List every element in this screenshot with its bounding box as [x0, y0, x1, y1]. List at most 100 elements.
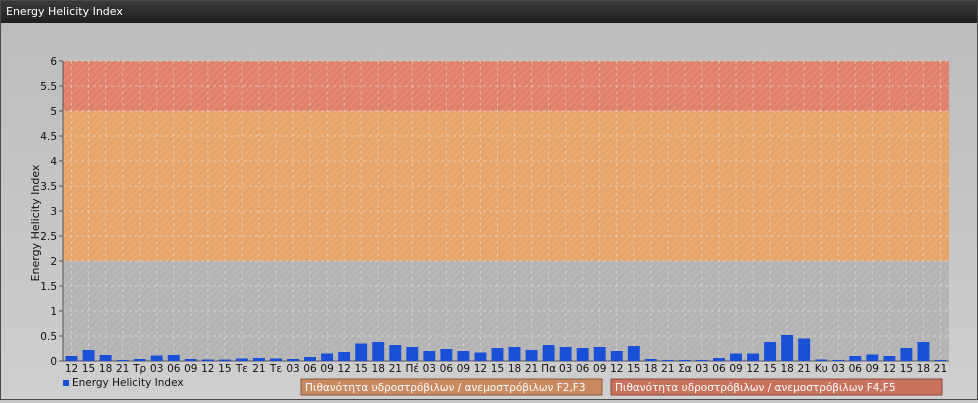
bar — [82, 350, 95, 361]
x-tick-label: 06 — [712, 363, 726, 375]
x-tick-label: Τε — [269, 363, 282, 375]
x-tick-label: 21 — [525, 363, 538, 375]
y-tick-label: 0.5 — [40, 331, 57, 343]
legend-label-f2f3: Πιθανότητα υδροστρόβιλων / ανεμοστρόβιλω… — [305, 382, 586, 394]
x-tick-label: 18 — [780, 363, 793, 375]
bar — [559, 347, 572, 361]
title-bar: Energy Helicity Index — [1, 1, 977, 23]
x-tick-label: 21 — [252, 363, 265, 375]
bar — [576, 348, 589, 361]
x-tick-label: 12 — [474, 363, 487, 375]
y-tick-label: 1.5 — [40, 281, 57, 293]
bar — [406, 347, 419, 361]
bar — [883, 356, 896, 361]
bar — [167, 355, 180, 361]
y-tick-label: 2.5 — [40, 231, 57, 243]
legend-swatch-ehi — [63, 380, 69, 386]
y-tick-label: 6 — [50, 56, 57, 68]
x-tick-label: 03 — [559, 363, 572, 375]
bar — [372, 342, 385, 361]
x-tick-label: 03 — [695, 363, 708, 375]
ehi-chart: 00.511.522.533.544.555.56 12 15 18 21 Τρ 03 06… — [29, 56, 949, 396]
bar — [917, 342, 930, 361]
x-tick-label: 15 — [763, 363, 776, 375]
bar — [695, 360, 708, 361]
x-tick-label: 21 — [116, 363, 129, 375]
x-tick-label: 03 — [286, 363, 299, 375]
x-tick-label: 18 — [508, 363, 521, 375]
bar — [815, 359, 828, 361]
bar — [730, 353, 742, 361]
x-tick-label: 06 — [303, 363, 317, 375]
y-tick-label: 3.5 — [40, 181, 57, 193]
y-tick-label: 1 — [50, 306, 57, 318]
bar — [133, 359, 146, 361]
bar — [627, 346, 640, 361]
x-tick-label: 09 — [593, 363, 606, 375]
x-tick-label: 12 — [65, 363, 78, 375]
bar — [866, 354, 879, 361]
x-tick-label: Τε — [235, 363, 248, 375]
x-tick-label: 09 — [457, 363, 470, 375]
x-tick-label: 15 — [627, 363, 640, 375]
bar — [218, 359, 231, 361]
bar — [99, 355, 112, 361]
bar — [252, 358, 265, 361]
bar — [525, 350, 538, 361]
legend-label-ehi: Energy Helicity Index — [72, 377, 184, 389]
bar — [304, 357, 317, 361]
bar — [747, 353, 760, 361]
bar — [764, 342, 777, 361]
x-tick-label: 21 — [797, 363, 810, 375]
x-tick-label: 06 — [167, 363, 181, 375]
x-tick-label: 12 — [883, 363, 896, 375]
x-tick-label: 03 — [423, 363, 436, 375]
x-tick-label: 09 — [866, 363, 879, 375]
bar — [184, 359, 197, 361]
legend-label-f4f5: Πιθανότητα υδροστρόβιλων / ανεμοστρόβιλω… — [615, 382, 896, 394]
bar — [338, 352, 351, 361]
bar — [934, 360, 947, 361]
window-title: Energy Helicity Index — [6, 5, 123, 18]
bar — [116, 360, 129, 361]
bar — [644, 359, 657, 361]
chart-window: Energy Helicity Index 0 0.5 1 1.5 2 2.5 3 3.5 4 4… — [0, 0, 978, 400]
x-tick-label: 18 — [99, 363, 112, 375]
x-tick-label: 15 — [900, 363, 913, 375]
x-tick-label: Κυ — [815, 363, 828, 375]
y-tick-label: 3 — [50, 206, 57, 218]
plot-area: 0 0.5 1 1.5 2 2.5 3 3.5 4 4.5 5 5.5 6 12 15 18 21 Τρ 03 06… — [1, 23, 977, 399]
bar — [542, 345, 555, 361]
bar — [661, 360, 674, 361]
bar — [508, 347, 521, 361]
x-tick-label: 15 — [82, 363, 95, 375]
x-tick-label: Πέ — [405, 363, 419, 375]
bar — [781, 335, 794, 361]
x-tick-label: 18 — [372, 363, 385, 375]
legend: Energy Helicity Index Πιθανότητα υδροστρ… — [63, 377, 943, 396]
x-tick-label: Πα — [541, 363, 556, 375]
bar — [321, 353, 334, 361]
x-tick-label: 18 — [644, 363, 657, 375]
x-tick-label: 03 — [832, 363, 845, 375]
y-tick-label: 4 — [50, 156, 57, 168]
bar — [832, 360, 845, 361]
x-tick-label: Σα — [678, 363, 692, 375]
bar — [798, 338, 811, 361]
bar — [65, 356, 78, 361]
bar — [287, 359, 299, 361]
bar — [355, 343, 368, 361]
x-tick-label: 09 — [729, 363, 742, 375]
bar — [270, 358, 282, 361]
bar — [440, 349, 453, 361]
bar — [491, 348, 504, 361]
bar — [150, 355, 163, 361]
x-tick-label: 21 — [661, 363, 674, 375]
bar — [474, 352, 487, 361]
x-tick-label: 12 — [610, 363, 623, 375]
x-tick-label: Τρ — [132, 363, 146, 375]
x-tick-label: 06 — [576, 363, 590, 375]
x-tick-label: 03 — [150, 363, 163, 375]
y-tick-label: 5 — [50, 106, 57, 118]
x-tick-label: 21 — [389, 363, 402, 375]
